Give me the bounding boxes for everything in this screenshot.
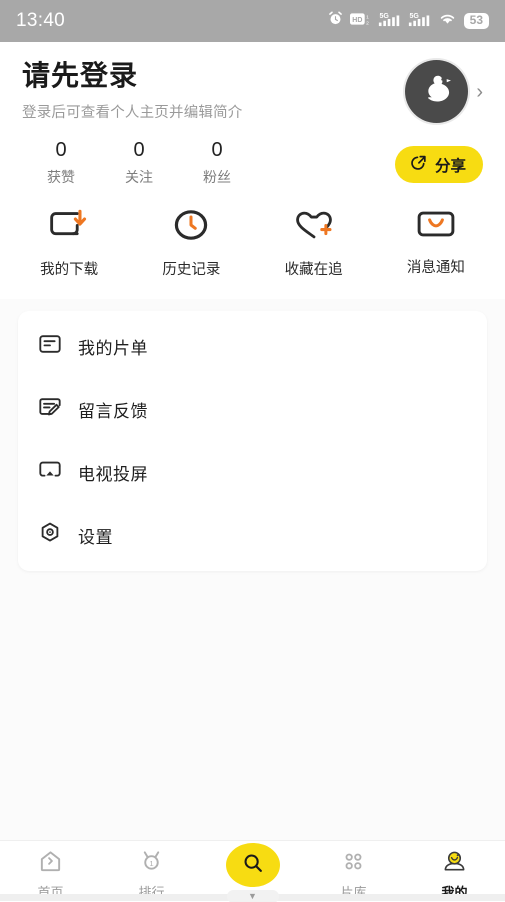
gesture-handle[interactable]: ▼ bbox=[226, 889, 279, 902]
menu-item-feedback[interactable]: 留言反馈 bbox=[18, 378, 487, 441]
menu-card: 我的片单 留言反馈 电视投屏 设置 bbox=[18, 311, 487, 571]
svg-text:HD: HD bbox=[352, 16, 362, 23]
message-envelope-icon bbox=[415, 209, 457, 244]
menu-item-label: 设置 bbox=[78, 528, 113, 547]
login-subtitle: 登录后可查看个人主页并编辑简介 bbox=[22, 105, 243, 122]
menu-card-area: 我的片单 留言反馈 电视投屏 设置 bbox=[0, 299, 505, 840]
share-label: 分享 bbox=[434, 157, 466, 175]
svg-text:2: 2 bbox=[366, 20, 369, 25]
download-icon bbox=[48, 209, 90, 246]
avatar-area[interactable]: › bbox=[405, 60, 483, 123]
library-dots-icon bbox=[341, 849, 366, 879]
login-title: 请先登录 bbox=[22, 60, 139, 91]
battery-indicator: 53 bbox=[463, 12, 489, 30]
menu-item-label: 我的片单 bbox=[78, 339, 148, 358]
menu-item-playlist[interactable]: 我的片单 bbox=[18, 315, 487, 378]
quick-action-label: 消息通知 bbox=[406, 260, 465, 276]
svg-text:1: 1 bbox=[366, 14, 369, 20]
quick-actions-row: 我的下载 历史记录 收藏在追 消息通知 bbox=[0, 195, 505, 299]
wifi-icon bbox=[438, 11, 457, 31]
search-icon bbox=[241, 851, 265, 880]
quick-action-label: 收藏在追 bbox=[284, 262, 343, 278]
stat-label: 关注 bbox=[125, 169, 153, 185]
stat-followers[interactable]: 0 粉丝 bbox=[178, 139, 256, 187]
profile-top-row: 请先登录 登录后可查看个人主页并编辑简介 › bbox=[22, 58, 483, 123]
stat-label: 获赞 bbox=[47, 169, 75, 185]
duck-avatar-icon bbox=[417, 69, 457, 114]
home-icon bbox=[38, 849, 63, 879]
stat-value: 0 bbox=[133, 139, 145, 161]
stat-likes[interactable]: 0 获赞 bbox=[22, 139, 100, 187]
avatar[interactable] bbox=[405, 60, 469, 123]
menu-item-settings[interactable]: 设置 bbox=[18, 504, 487, 567]
quick-action-history[interactable]: 历史记录 bbox=[130, 209, 252, 279]
stats-row: 0 获赞 0 关注 0 粉丝 分享 bbox=[22, 139, 483, 187]
quick-action-messages[interactable]: 消息通知 bbox=[375, 209, 497, 279]
share-icon bbox=[409, 153, 428, 177]
settings-gear-icon bbox=[38, 521, 62, 550]
signal-5g-icon-1: 5G bbox=[378, 11, 401, 32]
hd-volte-icon: HD 1 2 bbox=[349, 12, 371, 31]
menu-item-label: 电视投屏 bbox=[78, 465, 148, 484]
feedback-edit-icon bbox=[38, 395, 62, 424]
status-bar: 13:40 HD 1 2 5G 5G 53 bbox=[0, 0, 505, 42]
stat-value: 0 bbox=[211, 139, 223, 161]
gesture-bar-track: ▼ bbox=[0, 889, 505, 902]
svg-text:1: 1 bbox=[149, 859, 153, 868]
menu-item-label: 留言反馈 bbox=[78, 402, 148, 421]
quick-action-downloads[interactable]: 我的下载 bbox=[8, 209, 130, 279]
cast-screen-icon bbox=[38, 458, 62, 487]
tab-search-center bbox=[202, 841, 303, 887]
history-clock-icon bbox=[173, 209, 209, 246]
stat-following[interactable]: 0 关注 bbox=[100, 139, 178, 187]
quick-action-favorites[interactable]: 收藏在追 bbox=[253, 209, 375, 279]
app-screen: 13:40 HD 1 2 5G 5G 53 请先登录 登录后可查看个人主页并编辑… bbox=[0, 0, 505, 902]
ranking-medal-icon: 1 bbox=[139, 849, 164, 879]
bottom-tab-bar: 首页 1 排行 片库 我的 ▼ bbox=[0, 840, 505, 902]
alarm-clock-icon bbox=[328, 11, 343, 31]
menu-item-cast[interactable]: 电视投屏 bbox=[18, 441, 487, 504]
status-icons: HD 1 2 5G 5G 53 bbox=[328, 11, 489, 32]
playlist-icon bbox=[38, 332, 62, 361]
profile-face-icon bbox=[442, 849, 467, 879]
search-button[interactable] bbox=[225, 843, 280, 887]
stat-label: 粉丝 bbox=[203, 169, 231, 185]
profile-text-block[interactable]: 请先登录 登录后可查看个人主页并编辑简介 bbox=[22, 58, 405, 122]
share-button[interactable]: 分享 bbox=[394, 146, 483, 183]
quick-action-label: 历史记录 bbox=[162, 262, 221, 278]
quick-action-label: 我的下载 bbox=[40, 262, 99, 278]
favorite-heart-plus-icon bbox=[293, 209, 335, 246]
profile-chevron-icon[interactable]: › bbox=[476, 82, 483, 102]
signal-5g-icon-2: 5G bbox=[408, 11, 431, 32]
status-time: 13:40 bbox=[16, 10, 66, 31]
gesture-bar: ▼ bbox=[0, 889, 505, 902]
stat-value: 0 bbox=[55, 139, 67, 161]
profile-header: 请先登录 登录后可查看个人主页并编辑简介 › 0 获赞 0 关注 0 粉丝 分享 bbox=[0, 42, 505, 195]
